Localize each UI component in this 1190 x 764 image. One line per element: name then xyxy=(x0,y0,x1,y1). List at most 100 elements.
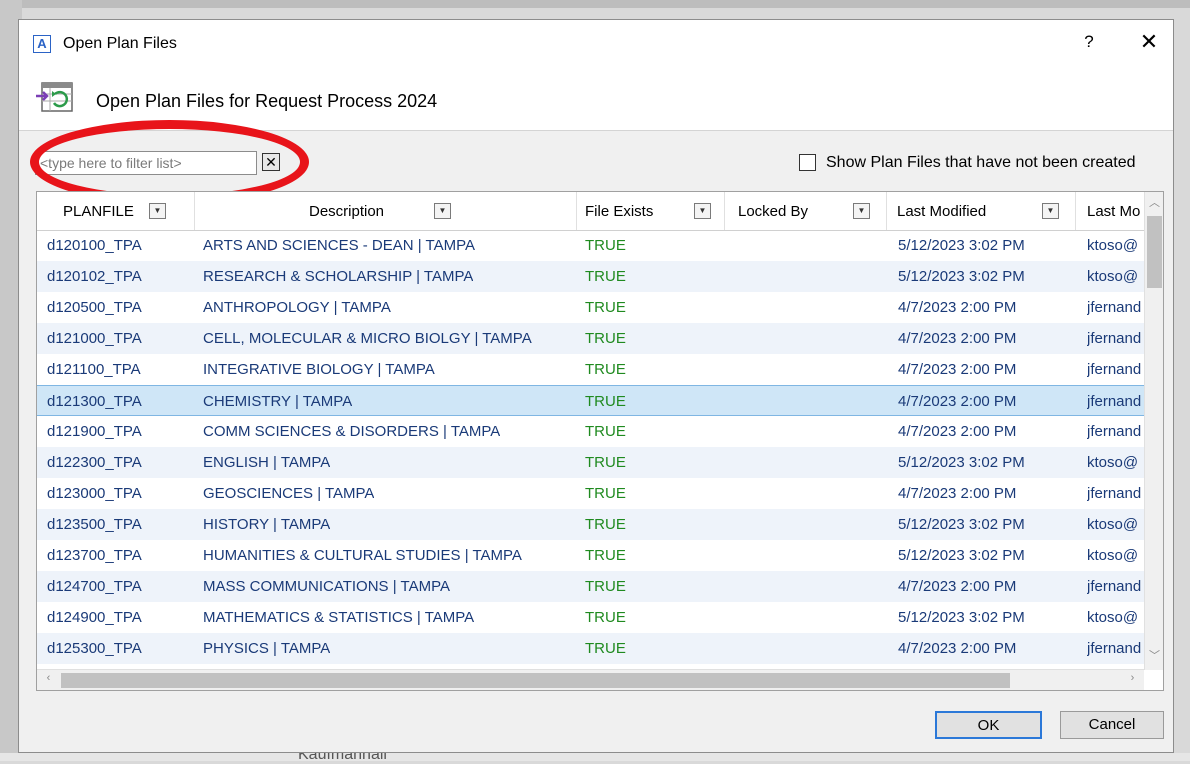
cell-planfile: d124900_TPA xyxy=(47,609,142,626)
cell-last-modified: 4/7/2023 2:00 PM xyxy=(898,423,1017,440)
column-header-file-exists[interactable]: File Exists ▼ xyxy=(577,192,725,230)
cell-last-modified: 5/12/2023 3:02 PM xyxy=(898,454,1025,471)
cell-description: COMM SCIENCES & DISORDERS | TAMPA xyxy=(203,423,501,440)
table-row[interactable]: d124700_TPA MASS COMMUNICATIONS | TAMPA TR… xyxy=(37,571,1144,602)
table-row[interactable]: d120102_TPA RESEARCH & SCHOLARSHIP | TAMP… xyxy=(37,261,1144,292)
app-icon: A xyxy=(33,35,51,53)
cell-last-modified-by: ktoso@ xyxy=(1087,237,1139,254)
cell-last-modified-by: ktoso@ xyxy=(1087,454,1139,471)
cell-last-modified: 5/12/2023 3:02 PM xyxy=(898,268,1025,285)
show-uncreated-checkbox[interactable] xyxy=(799,154,816,171)
cell-planfile: d125300_TPA xyxy=(47,640,142,657)
cell-file-exists: TRUE xyxy=(585,330,626,347)
table-row[interactable]: d123500_TPA HISTORY | TAMPA TRUE 5/12/2023 … xyxy=(37,509,1144,540)
horizontal-scroll-thumb[interactable] xyxy=(61,673,1010,688)
cell-file-exists: TRUE xyxy=(585,268,626,285)
table-row[interactable]: d120100_TPA ARTS AND SCIENCES - DEAN | TA… xyxy=(37,230,1144,261)
ok-button[interactable]: OK xyxy=(935,711,1042,739)
cell-planfile: d121900_TPA xyxy=(47,423,142,440)
vertical-scroll-thumb[interactable] xyxy=(1147,216,1162,288)
cell-last-modified: 4/7/2023 2:00 PM xyxy=(898,393,1017,410)
column-label-last-modified: Last Modified xyxy=(897,203,987,220)
cell-file-exists: TRUE xyxy=(585,361,626,378)
scroll-right-icon[interactable]: › xyxy=(1123,672,1142,684)
cell-last-modified: 5/12/2023 3:02 PM xyxy=(898,547,1025,564)
cell-last-modified-by: jfernand xyxy=(1087,393,1142,410)
table-row[interactable]: d121300_TPA CHEMISTRY | TAMPA TRUE 4/7/2023… xyxy=(37,385,1144,416)
table-row[interactable]: d121900_TPA COMM SCIENCES & DISORDERS | T… xyxy=(37,416,1144,447)
cell-file-exists: TRUE xyxy=(585,640,626,657)
cell-file-exists: TRUE xyxy=(585,485,626,502)
column-header-last-modified-by[interactable]: Last Mo xyxy=(1076,192,1144,230)
vertical-scrollbar[interactable]: ︿ ﹀ xyxy=(1144,192,1163,670)
cell-description: CELL, MOLECULAR & MICRO BIOLGY | TAMPA xyxy=(203,330,532,347)
column-label-planfile: PLANFILE xyxy=(63,203,134,220)
column-header-description[interactable]: Description ▼ xyxy=(195,192,577,230)
cell-file-exists: TRUE xyxy=(585,393,626,410)
cancel-button[interactable]: Cancel xyxy=(1060,711,1164,739)
horizontal-scrollbar[interactable]: ‹ › xyxy=(37,669,1144,690)
chevron-down-icon[interactable]: ▼ xyxy=(694,203,711,219)
table-row[interactable]: d121100_TPA INTEGRATIVE BIOLOGY | TAMPA TR… xyxy=(37,354,1144,385)
cell-last-modified: 4/7/2023 2:00 PM xyxy=(898,640,1017,657)
cell-last-modified: 5/12/2023 3:02 PM xyxy=(898,609,1025,626)
column-header-locked-by[interactable]: Locked By ▼ xyxy=(725,192,887,230)
column-header-last-modified[interactable]: Last Modified ▼ xyxy=(887,192,1076,230)
cell-description: ARTS AND SCIENCES - DEAN | TAMPA xyxy=(203,237,476,254)
background-top-strip xyxy=(0,0,1190,8)
cell-last-modified: 4/7/2023 2:00 PM xyxy=(898,330,1017,347)
column-header-planfile[interactable]: PLANFILE ▼ xyxy=(37,192,195,230)
table-row[interactable]: d124900_TPA MATHEMATICS & STATISTICS | TA… xyxy=(37,602,1144,633)
cell-last-modified-by: ktoso@ xyxy=(1087,268,1139,285)
cell-planfile: d124700_TPA xyxy=(47,578,142,595)
cell-file-exists: TRUE xyxy=(585,237,626,254)
help-button[interactable]: ? xyxy=(1079,32,1099,52)
cell-description: HISTORY | TAMPA xyxy=(203,516,331,533)
cell-description: GEOSCIENCES | TAMPA xyxy=(203,485,375,502)
chevron-down-icon[interactable]: ▼ xyxy=(853,203,870,219)
cell-description: RESEARCH & SCHOLARSHIP | TAMPA xyxy=(203,268,474,285)
scroll-up-icon[interactable]: ︿ xyxy=(1145,194,1163,210)
table-row[interactable]: d123700_TPA HUMANITIES & CULTURAL STUDIES… xyxy=(37,540,1144,571)
close-button[interactable]: ✕ xyxy=(1137,29,1161,55)
window-title: Open Plan Files xyxy=(63,35,177,52)
cell-file-exists: TRUE xyxy=(585,299,626,316)
cell-file-exists: TRUE xyxy=(585,516,626,533)
show-uncreated-label: Show Plan Files that have not been creat… xyxy=(826,154,1136,171)
scroll-down-icon[interactable]: ﹀ xyxy=(1145,647,1163,663)
background-bottom-strip xyxy=(0,753,1190,761)
cell-planfile: d121100_TPA xyxy=(47,361,141,378)
cell-planfile: d121300_TPA xyxy=(47,393,142,410)
cell-description: CHEMISTRY | TAMPA xyxy=(203,393,353,410)
cell-planfile: d123500_TPA xyxy=(47,516,142,533)
cell-last-modified-by: jfernand xyxy=(1087,299,1142,316)
chevron-down-icon[interactable]: ▼ xyxy=(1042,203,1059,219)
chevron-down-icon[interactable]: ▼ xyxy=(149,203,166,219)
cell-planfile: d123000_TPA xyxy=(47,485,142,502)
cell-description: PHYSICS | TAMPA xyxy=(203,640,331,657)
cell-file-exists: TRUE xyxy=(585,609,626,626)
cell-file-exists: TRUE xyxy=(585,454,626,471)
cell-planfile: d122300_TPA xyxy=(47,454,142,471)
table-row[interactable]: d123000_TPA GEOSCIENCES | TAMPA TRUE 4/7/20… xyxy=(37,478,1144,509)
cell-last-modified: 4/7/2023 2:00 PM xyxy=(898,485,1017,502)
table-row[interactable]: d125300_TPA PHYSICS | TAMPA TRUE 4/7/2023 2… xyxy=(37,633,1144,664)
cell-last-modified: 4/7/2023 2:00 PM xyxy=(898,361,1017,378)
table-row[interactable]: d121000_TPA CELL, MOLECULAR & MICRO BIOLG… xyxy=(37,323,1144,354)
cell-last-modified-by: ktoso@ xyxy=(1087,609,1139,626)
cell-last-modified: 5/12/2023 3:02 PM xyxy=(898,516,1025,533)
column-label-last-modified-by: Last Mo xyxy=(1087,203,1141,220)
cell-last-modified-by: jfernand xyxy=(1087,330,1142,347)
table-row[interactable]: d122300_TPA ENGLISH | TAMPA TRUE 5/12/2023 … xyxy=(37,447,1144,478)
cell-planfile: d120100_TPA xyxy=(47,237,142,254)
cell-description: ENGLISH | TAMPA xyxy=(203,454,331,471)
cell-last-modified-by: jfernand xyxy=(1087,423,1142,440)
cell-last-modified: 4/7/2023 2:00 PM xyxy=(898,299,1017,316)
chevron-down-icon[interactable]: ▼ xyxy=(434,203,451,219)
table-row[interactable]: d120500_TPA ANTHROPOLOGY | TAMPA TRUE 4/7/2… xyxy=(37,292,1144,323)
column-label-description: Description xyxy=(309,203,385,220)
cell-last-modified-by: jfernand xyxy=(1087,485,1142,502)
scroll-left-icon[interactable]: ‹ xyxy=(39,672,58,684)
column-label-locked-by: Locked By xyxy=(738,203,809,220)
cell-last-modified-by: jfernand xyxy=(1087,361,1142,378)
